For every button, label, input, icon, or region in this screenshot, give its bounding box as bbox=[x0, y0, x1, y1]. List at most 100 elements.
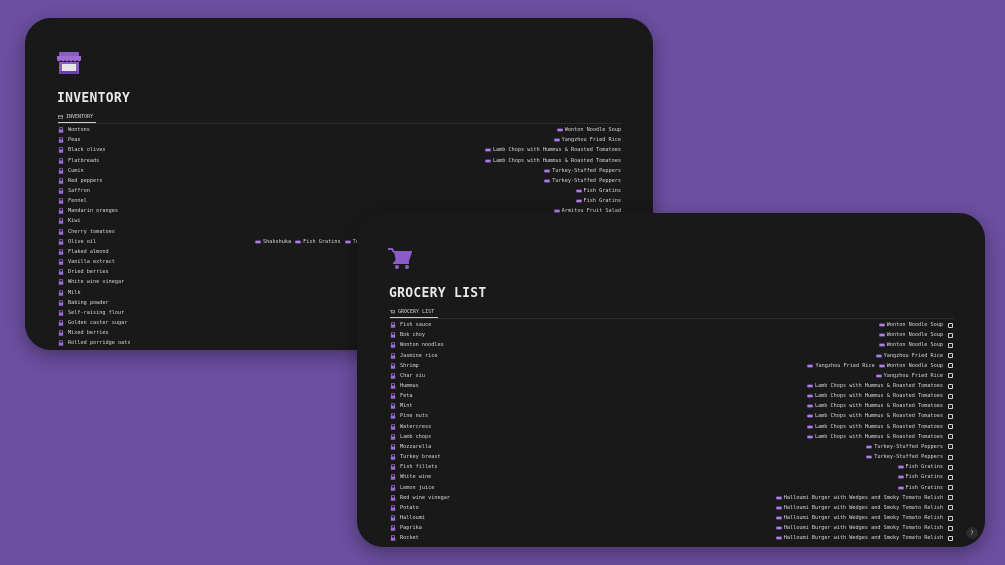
recipe-tag[interactable]: Yangzhou Fried Rice bbox=[807, 363, 875, 369]
recipe-icon bbox=[484, 148, 491, 152]
list-item[interactable]: Mint Lamb Chops with Hummus & Roasted Tom… bbox=[390, 401, 953, 411]
list-item[interactable]: Black olives Lamb Chops with Hummus & Roa… bbox=[58, 145, 621, 155]
list-item[interactable]: Rocket Halloumi Burger with Wedges and Sm… bbox=[390, 533, 953, 543]
recipe-tag[interactable]: Turkey-Stuffed Peppers bbox=[544, 178, 621, 184]
list-item[interactable]: Red wine vinegar Halloumi Burger with Wed… bbox=[390, 493, 953, 503]
recipe-tag[interactable]: Fish Gratins bbox=[897, 485, 943, 491]
list-item[interactable]: Fish fillets Fish Gratins bbox=[390, 462, 953, 472]
recipe-tag[interactable]: Fish Gratins bbox=[897, 464, 943, 470]
list-item[interactable]: Bok choy Wonton Noodle Soup bbox=[390, 330, 953, 340]
recipe-tag[interactable]: Lamb Chops with Hummus & Roasted Tomatoe… bbox=[806, 413, 943, 419]
recipe-tag[interactable]: Fish Gratins bbox=[575, 198, 621, 204]
checkbox[interactable] bbox=[948, 373, 953, 379]
recipe-tag[interactable]: Lamb Chops with Hummus & Roasted Tomatoe… bbox=[484, 158, 621, 164]
recipe-tag[interactable]: Lamb Chops with Hummus & Roasted Tomatoe… bbox=[806, 424, 943, 430]
recipe-tag[interactable]: Halloumi Burger with Wedges and Smoky To… bbox=[775, 505, 943, 511]
list-item[interactable]: Red peppers Turkey-Stuffed Peppers bbox=[58, 176, 621, 186]
checkbox[interactable] bbox=[948, 393, 953, 399]
recipe-icon bbox=[484, 159, 491, 163]
recipe-tag[interactable]: Wonton Noodle Soup bbox=[878, 363, 943, 369]
list-item[interactable]: Paprika Halloumi Burger with Wedges and S… bbox=[390, 523, 953, 533]
recipe-tag[interactable]: Wonton Noodle Soup bbox=[878, 332, 943, 339]
recipe-tag[interactable]: Lamb Chops with Hummus & Roasted Tomatoe… bbox=[484, 147, 621, 153]
list-item[interactable]: Pine nuts Lamb Chops with Hummus & Roaste… bbox=[390, 411, 953, 421]
item-name: Hummus bbox=[400, 383, 419, 390]
checkbox[interactable] bbox=[948, 485, 953, 491]
recipe-tag-label: Lamb Chops with Hummus & Roasted Tomatoe… bbox=[814, 433, 943, 440]
checkbox[interactable] bbox=[948, 474, 953, 480]
item-name: White wine vinegar bbox=[68, 279, 125, 286]
checkbox[interactable] bbox=[948, 535, 953, 541]
checkbox[interactable] bbox=[948, 383, 953, 389]
list-item[interactable]: Wontons Wonton Noodle Soup bbox=[58, 125, 621, 135]
checkbox[interactable] bbox=[948, 444, 953, 450]
list-item[interactable]: Mozzarella Turkey-Stuffed Peppers bbox=[390, 442, 953, 452]
recipe-tag[interactable]: Fish Gratins bbox=[295, 239, 341, 245]
item-name: White wine bbox=[400, 474, 432, 481]
list-item[interactable]: Jasmine rice Yangzhou Fried Rice bbox=[390, 350, 953, 360]
recipe-tag[interactable]: Turkey-Stuffed Peppers bbox=[544, 168, 621, 174]
list-item[interactable]: Watercress Lamb Chops with Hummus & Roast… bbox=[390, 422, 953, 432]
tab-grocery-list[interactable]: GROCERY LIST bbox=[390, 309, 438, 318]
checkbox[interactable] bbox=[948, 332, 953, 338]
checkbox[interactable] bbox=[948, 505, 953, 511]
checkbox[interactable] bbox=[948, 413, 953, 419]
help-button[interactable]: ? bbox=[966, 527, 978, 539]
checkbox[interactable] bbox=[948, 434, 953, 440]
recipe-tag[interactable]: Wonton Noodle Soup bbox=[878, 342, 943, 348]
recipe-tag[interactable]: Shakshuka bbox=[255, 239, 291, 245]
recipe-tag[interactable]: Lamb Chops with Hummus & Roasted Tomatoe… bbox=[806, 403, 943, 409]
list-item[interactable]: Flatbreads Lamb Chops with Hummus & Roast… bbox=[58, 155, 621, 165]
lock-icon bbox=[390, 515, 396, 521]
list-item[interactable]: Feta Lamb Chops with Hummus & Roasted Tom… bbox=[390, 391, 953, 401]
recipe-tag[interactable]: Yangzhou Fried Rice bbox=[553, 137, 621, 144]
recipe-tag[interactable]: Halloumi Burger with Wedges and Smoky To… bbox=[775, 525, 943, 531]
checkbox[interactable] bbox=[948, 342, 953, 348]
recipe-tag[interactable]: Wonton Noodle Soup bbox=[878, 322, 943, 328]
recipe-tag[interactable]: Lamb Chops with Hummus & Roasted Tomatoe… bbox=[806, 393, 943, 399]
recipe-tag[interactable]: Halloumi Burger with Wedges and Smoky To… bbox=[775, 515, 943, 521]
list-item[interactable]: Peas Yangzhou Fried Rice bbox=[58, 135, 621, 145]
checkbox[interactable] bbox=[948, 322, 953, 328]
checkbox[interactable] bbox=[948, 424, 953, 430]
checkbox[interactable] bbox=[948, 525, 953, 531]
recipe-tag[interactable]: Yangzhou Fried Rice bbox=[875, 373, 943, 379]
list-item[interactable]: Wonton noodles Wonton Noodle Soup bbox=[390, 340, 953, 350]
shopping-cart-icon bbox=[388, 248, 413, 274]
checkbox[interactable] bbox=[948, 495, 953, 501]
checkbox[interactable] bbox=[948, 363, 953, 369]
list-item[interactable]: Potato Halloumi Burger with Wedges and Sm… bbox=[390, 503, 953, 513]
item-name: Feta bbox=[400, 393, 413, 400]
tab-inventory[interactable]: INVENTORY bbox=[58, 114, 96, 123]
list-item[interactable]: Hummus Lamb Chops with Hummus & Roasted T… bbox=[390, 381, 953, 391]
list-item[interactable]: Lemon juice Fish Gratins bbox=[390, 483, 953, 493]
recipe-tag[interactable]: Turkey-Stuffed Peppers bbox=[866, 454, 943, 460]
recipe-tag[interactable]: Fish Gratins bbox=[575, 188, 621, 194]
list-item[interactable]: White wine Fish Gratins bbox=[390, 472, 953, 482]
list-item[interactable]: Halloumi Halloumi Burger with Wedges and … bbox=[390, 513, 953, 523]
checkbox[interactable] bbox=[948, 454, 953, 460]
recipe-tag-label: Yangzhou Fried Rice bbox=[561, 137, 621, 144]
list-item[interactable]: Saffron Fish Gratins bbox=[58, 186, 621, 196]
checkbox[interactable] bbox=[948, 515, 953, 521]
lock-icon bbox=[58, 340, 64, 347]
list-item[interactable]: Fish sauce Wonton Noodle Soup bbox=[390, 320, 953, 330]
recipe-tag[interactable]: Turkey-Stuffed Peppers bbox=[866, 444, 943, 450]
list-item[interactable]: Lamb chops Lamb Chops with Hummus & Roast… bbox=[390, 432, 953, 442]
checkbox[interactable] bbox=[948, 403, 953, 409]
checkbox[interactable] bbox=[948, 353, 953, 359]
recipe-tag[interactable]: Yangzhou Fried Rice bbox=[875, 353, 943, 359]
list-item[interactable]: Fennel Fish Gratins bbox=[58, 196, 621, 206]
list-item[interactable]: Turkey breast Turkey-Stuffed Peppers bbox=[390, 452, 953, 462]
recipe-tag[interactable]: Fish Gratins bbox=[897, 474, 943, 480]
list-item[interactable]: Cumin Turkey-Stuffed Peppers bbox=[58, 166, 621, 176]
recipe-tag[interactable]: Wonton Noodle Soup bbox=[556, 127, 621, 133]
list-item[interactable]: Shrimp Yangzhou Fried Rice Wonton Noodle S… bbox=[390, 361, 953, 371]
recipe-tag[interactable]: Lamb Chops with Hummus & Roasted Tomatoe… bbox=[806, 383, 943, 389]
recipe-tag[interactable]: Halloumi Burger with Wedges and Smoky To… bbox=[775, 535, 943, 541]
recipe-tag[interactable]: Lamb Chops with Hummus & Roasted Tomatoe… bbox=[806, 433, 943, 440]
recipe-tag-label: Wonton Noodle Soup bbox=[886, 332, 943, 339]
recipe-tag[interactable]: Halloumi Burger with Wedges and Smoky To… bbox=[775, 495, 943, 501]
checkbox[interactable] bbox=[948, 464, 953, 470]
list-item[interactable]: Char siu Yangzhou Fried Rice bbox=[390, 371, 953, 381]
